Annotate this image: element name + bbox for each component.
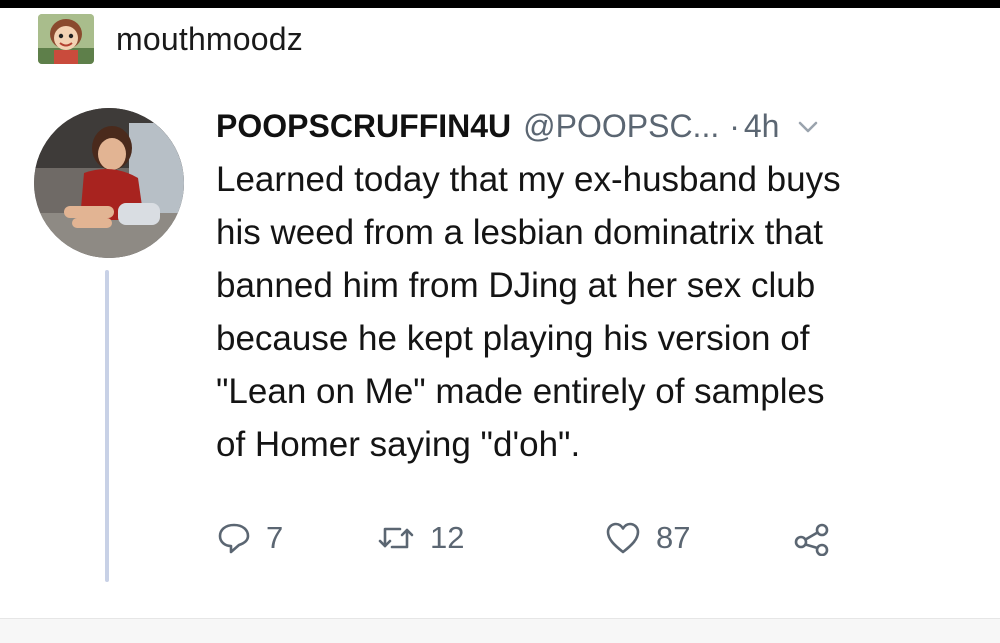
retweet-icon [378, 527, 414, 549]
share-icon [794, 523, 829, 556]
retweet-count: 12 [430, 520, 465, 555]
display-name[interactable]: POOPSCRUFFIN4U [216, 108, 511, 145]
heart-icon [606, 522, 640, 554]
like-count: 87 [656, 520, 691, 555]
retweet-button[interactable]: 12 [376, 520, 604, 556]
share-button[interactable] [792, 520, 832, 556]
timestamp[interactable]: 4h [744, 108, 780, 145]
reply-button[interactable]: 7 [216, 520, 376, 556]
bottom-band [0, 619, 1000, 643]
tweet: POOPSCRUFFIN4U @POOPSC... · 4h Learned t… [216, 108, 976, 471]
chevron-down-icon[interactable] [795, 117, 821, 137]
reply-bubble-icon [218, 523, 250, 554]
poster-avatar[interactable] [38, 14, 94, 64]
thread-line [105, 270, 109, 582]
poster-username[interactable]: mouthmoodz [116, 21, 303, 58]
top-bar [0, 0, 1000, 8]
user-handle[interactable]: @POOPSC... [523, 108, 719, 145]
tweet-avatar[interactable] [34, 108, 184, 258]
tweet-text: Learned today that my ex-husband buys hi… [216, 160, 841, 464]
cartoon-face-avatar-icon [38, 14, 94, 64]
reblog-header: mouthmoodz [38, 14, 303, 64]
reply-count: 7 [266, 520, 284, 555]
tweet-actions: 7 12 87 [216, 520, 832, 556]
child-photo-avatar-icon [34, 108, 184, 258]
like-button[interactable]: 87 [604, 520, 792, 556]
tweet-header: POOPSCRUFFIN4U @POOPSC... · 4h [216, 108, 976, 145]
separator-dot: · [729, 108, 740, 144]
